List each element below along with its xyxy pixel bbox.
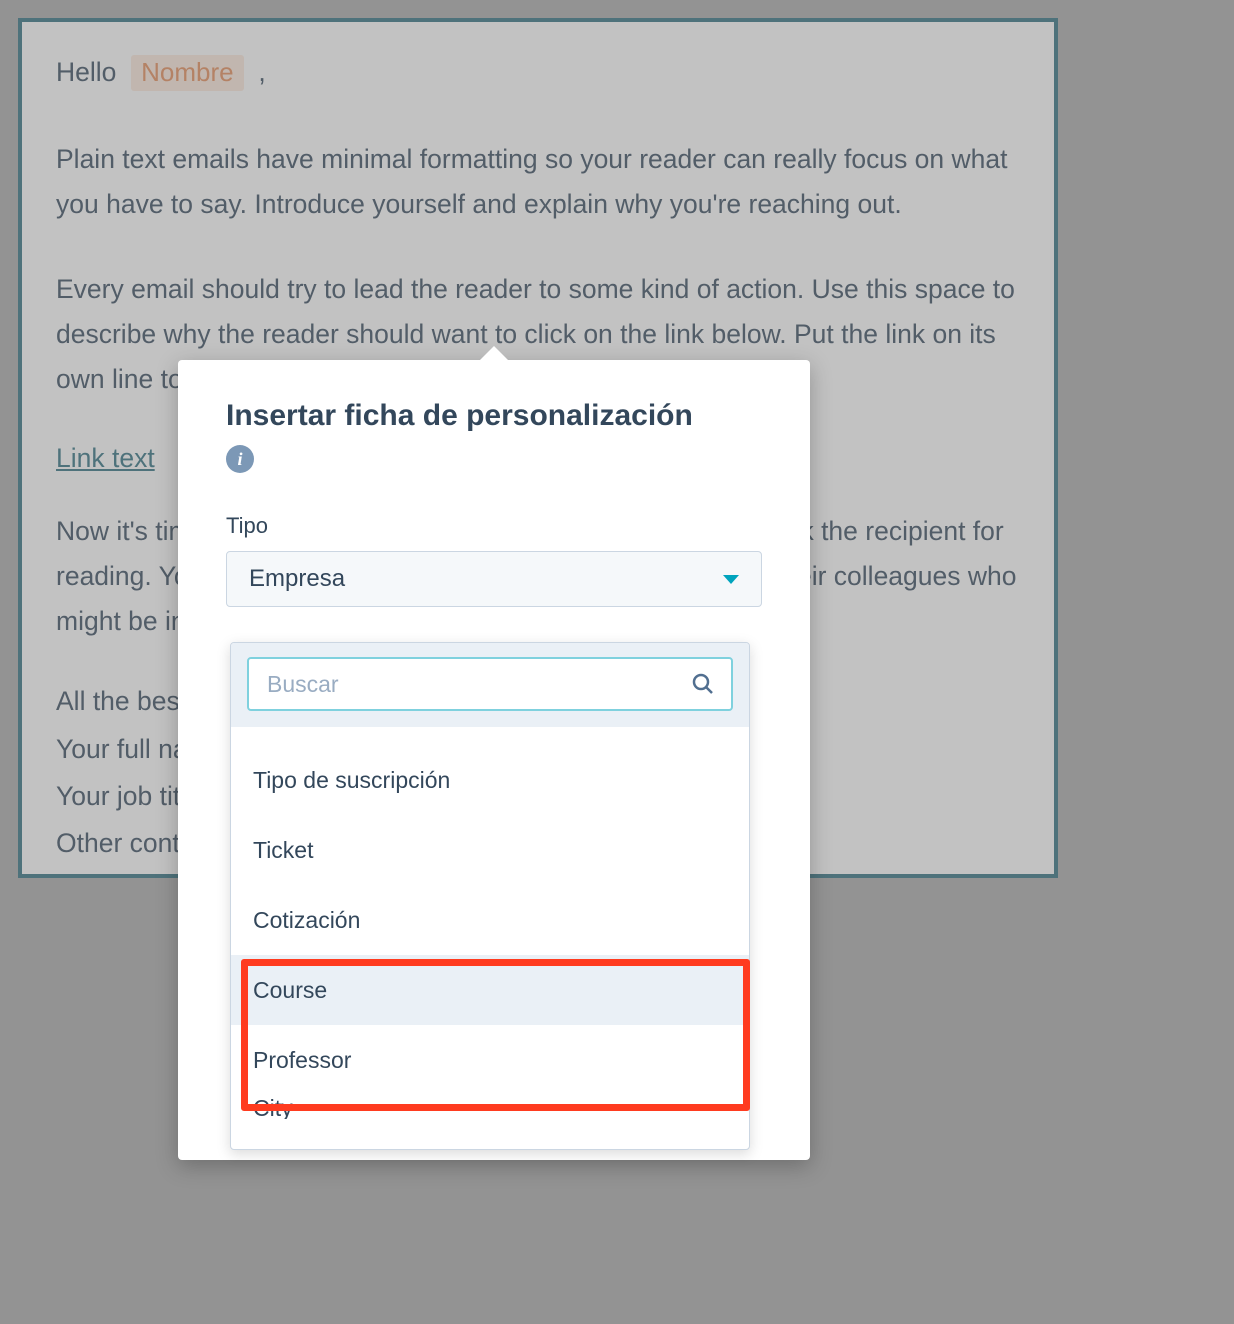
- type-dropdown-panel: Elemento de línea Tipo de suscripción Ti…: [230, 642, 750, 1150]
- chevron-down-icon: [723, 575, 739, 584]
- dropdown-option[interactable]: Tipo de suscripción: [231, 745, 749, 815]
- search-input[interactable]: [267, 671, 679, 698]
- popover-title: Insertar ficha de personalización: [226, 396, 762, 435]
- info-icon[interactable]: i: [226, 445, 254, 473]
- type-select-value: Empresa: [249, 565, 345, 593]
- dropdown-option[interactable]: Course: [231, 955, 749, 1025]
- search-icon: [691, 672, 715, 696]
- dropdown-search-wrap: [231, 643, 749, 727]
- popover-arrow: [478, 346, 510, 362]
- dropdown-option[interactable]: City: [231, 1095, 749, 1119]
- dropdown-search-box[interactable]: [247, 657, 733, 711]
- type-select[interactable]: Empresa: [226, 551, 762, 607]
- dropdown-option[interactable]: Cotización: [231, 885, 749, 955]
- dropdown-option[interactable]: Elemento de línea: [231, 727, 749, 745]
- dropdown-option-list[interactable]: Elemento de línea Tipo de suscripción Ti…: [231, 727, 749, 1147]
- type-label: Tipo: [226, 513, 762, 539]
- dropdown-option[interactable]: Professor: [231, 1025, 749, 1095]
- dropdown-option[interactable]: Ticket: [231, 815, 749, 885]
